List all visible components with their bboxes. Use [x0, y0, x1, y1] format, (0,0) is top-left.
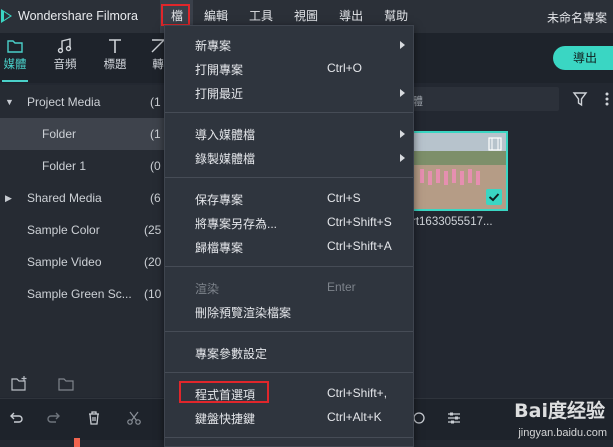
menu-item-delete-render-files[interactable]: 刪除預覽渲染檔案: [165, 300, 413, 324]
menu-item-label: 錄製媒體檔: [195, 152, 256, 166]
search-input[interactable]: [412, 87, 559, 111]
sidebar-item-count: (10: [144, 287, 162, 301]
watermark-url: jingyan.baidu.com: [518, 427, 607, 439]
menu-item-label: 保存專案: [195, 193, 244, 207]
menu-item-label: 打開最近: [195, 87, 244, 101]
sidebar-item-shared-media[interactable]: ▶ Shared Media (6: [0, 182, 164, 214]
adjust-sliders-icon[interactable]: [446, 410, 462, 426]
sidebar-item-sample-color[interactable]: Sample Color (25: [0, 214, 164, 246]
checkmark-icon: [486, 189, 502, 205]
menu-separator: [165, 112, 413, 113]
menu-item-label: 歸檔專案: [195, 241, 244, 255]
menu-item-label: 打開專案: [195, 63, 244, 77]
sidebar-item-project-media[interactable]: ▼ Project Media (1: [0, 86, 164, 118]
app-title: Wondershare Filmora: [18, 9, 138, 23]
menu-item-preferences[interactable]: 程式首選項 Ctrl+Shift+,: [165, 382, 413, 406]
project-name: 未命名專案: [546, 11, 607, 25]
undo-icon[interactable]: [8, 410, 24, 426]
menu-item-label: 渲染: [195, 282, 220, 296]
tab-media[interactable]: 媒體: [0, 33, 40, 83]
sidebar-item-label: Project Media: [27, 95, 101, 109]
submenu-arrow-icon: [400, 130, 405, 138]
more-options-icon[interactable]: [604, 91, 610, 107]
menu-item-save-project-as[interactable]: 將專案另存為... Ctrl+Shift+S: [165, 211, 413, 235]
sidebar-item-sample-green-screen[interactable]: Sample Green Sc... (10: [0, 278, 164, 310]
menu-item-label: 專案參數設定: [195, 347, 268, 361]
expand-arrow-icon[interactable]: ▼: [5, 86, 14, 118]
sidebar-item-count: (1: [150, 95, 161, 109]
menu-item-shortcut: Ctrl+Alt+K: [327, 410, 382, 424]
menu-item-label: 刪除預覽渲染檔案: [195, 306, 292, 320]
media-thumbnail[interactable]: [412, 131, 508, 211]
submenu-arrow-icon: [400, 89, 405, 97]
tab-media-label: 媒體: [3, 59, 27, 71]
submenu-arrow-icon: [400, 41, 405, 49]
menu-item-shortcut: Ctrl+O: [327, 61, 363, 75]
sidebar-item-label: Folder: [42, 127, 77, 141]
music-note-icon: [57, 38, 72, 54]
menu-item-save-project[interactable]: 保存專案 Ctrl+S: [165, 187, 413, 211]
sidebar-item-label: Sample Green Sc...: [27, 287, 132, 301]
active-tab-indicator: [2, 80, 28, 82]
video-type-icon: [488, 137, 502, 151]
menu-separator: [165, 437, 413, 438]
sidebar-item-sample-video[interactable]: Sample Video (20: [0, 246, 164, 278]
new-folder-icon[interactable]: [10, 376, 28, 392]
keyframe-icon[interactable]: [412, 410, 426, 426]
menu-item-label: 新專案: [195, 39, 232, 53]
menu-item-label: 程式首選項: [195, 388, 256, 402]
media-filename: rt1633055517...: [412, 216, 493, 228]
menu-separator: [165, 266, 413, 267]
sidebar-item-count: (1: [150, 127, 161, 141]
menu-separator: [165, 372, 413, 373]
sidebar-item-label: Folder 1: [42, 159, 87, 173]
text-t-icon: [109, 39, 121, 53]
media-library-sidebar: ▼ Project Media (1 Folder (1 Folder 1 (0…: [0, 85, 164, 397]
menu-item-label: 鍵盤快捷鍵: [195, 412, 256, 426]
menu-separator: [165, 331, 413, 332]
menu-item-shortcut: Ctrl+S: [327, 191, 361, 205]
menu-item-import-media[interactable]: 導入媒體檔: [165, 122, 413, 146]
export-button[interactable]: 導出: [553, 46, 613, 70]
sidebar-item-folder-1[interactable]: Folder 1 (0: [0, 150, 164, 182]
menu-separator: [165, 177, 413, 178]
submenu-arrow-icon: [400, 154, 405, 162]
sidebar-item-count: (6: [150, 191, 161, 205]
menu-item-open-project[interactable]: 打開專案 Ctrl+O: [165, 57, 413, 81]
menu-item-shortcut: Enter: [327, 280, 356, 294]
menu-item-label: 導入媒體檔: [195, 128, 256, 142]
menu-item-archive-project[interactable]: 歸檔專案 Ctrl+Shift+A: [165, 235, 413, 259]
file-menu-dropdown: 新專案 打開專案 Ctrl+O 打開最近 導入媒體檔 錄製媒體檔 保存專案 Ct…: [164, 25, 414, 447]
menu-item-record-media[interactable]: 錄製媒體檔: [165, 146, 413, 170]
sidebar-item-folder[interactable]: Folder (1: [0, 118, 164, 150]
sidebar-item-count: (20: [144, 255, 162, 269]
filmora-logo-icon: [1, 9, 12, 23]
menu-item-shortcut: Ctrl+Shift+S: [327, 215, 392, 229]
tab-audio-label: 音頻: [53, 59, 77, 71]
sidebar-item-count: (0: [150, 159, 161, 173]
sidebar-item-label: Shared Media: [27, 191, 102, 205]
menu-item-project-settings[interactable]: 專案參數設定: [165, 341, 413, 365]
menu-item-shortcut: Ctrl+Shift+A: [327, 239, 392, 253]
sidebar-item-label: Sample Video: [27, 255, 102, 269]
folder-icon[interactable]: [57, 376, 75, 392]
folder-icon: [7, 40, 23, 53]
menu-item-new-project[interactable]: 新專案: [165, 33, 413, 57]
menu-item-shortcut: Ctrl+Shift+,: [327, 386, 388, 400]
tab-audio[interactable]: 音頻: [40, 33, 90, 83]
sidebar-item-count: (25: [144, 223, 162, 237]
watermark-text: Bai度经验: [514, 400, 605, 422]
menu-item-open-recent[interactable]: 打開最近: [165, 81, 413, 105]
collapse-arrow-icon[interactable]: ▶: [5, 182, 12, 214]
filter-icon[interactable]: [572, 91, 588, 107]
menu-item-render: 渲染 Enter: [165, 276, 413, 300]
menu-item-label: 將專案另存為...: [195, 217, 278, 231]
playhead-marker[interactable]: [74, 438, 80, 447]
redo-icon[interactable]: [46, 410, 62, 426]
menu-item-keyboard-shortcuts[interactable]: 鍵盤快捷鍵 Ctrl+Alt+K: [165, 406, 413, 430]
sidebar-item-label: Sample Color: [27, 223, 100, 237]
cut-icon[interactable]: [126, 410, 142, 426]
delete-icon[interactable]: [86, 410, 102, 426]
